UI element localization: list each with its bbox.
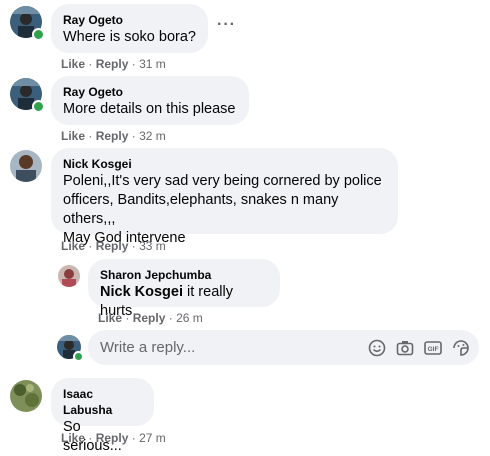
comment-author[interactable]: Sharon Jepchumba: [100, 267, 268, 283]
reply-button[interactable]: Reply: [96, 57, 129, 71]
online-indicator: [32, 100, 45, 113]
like-button[interactable]: Like: [61, 239, 85, 253]
comment-actions: Like · Reply · 26 m: [98, 311, 203, 325]
comment-author[interactable]: Isaac Labusha: [63, 386, 142, 418]
sticker-icon[interactable]: [451, 338, 471, 358]
like-button[interactable]: Like: [61, 57, 85, 71]
comment-actions: Like · Reply · 33 m: [61, 239, 166, 253]
timestamp[interactable]: 26 m: [176, 311, 203, 325]
avatar[interactable]: [10, 150, 42, 182]
comment-text-line: officers, Bandits,elephants, snakes n ma…: [63, 192, 339, 227]
mentioned-user-link[interactable]: Nick Kosgei: [100, 284, 183, 300]
cut-off-content: [0, 447, 490, 453]
comment-bubble: Isaac Labusha So serious...: [51, 378, 154, 454]
avatar[interactable]: [10, 380, 42, 412]
reply-button[interactable]: Reply: [133, 311, 166, 325]
timestamp[interactable]: 27 m: [139, 431, 166, 445]
online-indicator: [32, 28, 45, 41]
camera-icon[interactable]: [395, 338, 415, 358]
comment-text-line: Poleni,,It's very sad very being cornere…: [63, 173, 382, 189]
like-button[interactable]: Like: [61, 431, 85, 445]
avatar[interactable]: [58, 265, 80, 287]
reply-input[interactable]: Write a reply... GIF: [88, 330, 479, 365]
comment-actions: Like · Reply · 31 m: [61, 57, 166, 71]
reply-button[interactable]: Reply: [96, 431, 129, 445]
online-indicator: [73, 351, 84, 362]
comment-author[interactable]: Ray Ogeto: [63, 84, 237, 100]
timestamp[interactable]: 33 m: [139, 239, 166, 253]
timestamp[interactable]: 31 m: [139, 57, 166, 71]
reply-button[interactable]: Reply: [96, 129, 129, 143]
emoji-icon[interactable]: [367, 338, 387, 358]
comment-bubble: Ray Ogeto More details on this please: [51, 76, 249, 125]
comment-author[interactable]: Nick Kosgei: [63, 156, 386, 172]
like-button[interactable]: Like: [98, 311, 122, 325]
comment-text: More details on this please: [63, 101, 236, 117]
comment-actions: Like · Reply · 32 m: [61, 129, 166, 143]
timestamp[interactable]: 32 m: [139, 129, 166, 143]
like-button[interactable]: Like: [61, 129, 85, 143]
gif-icon[interactable]: GIF: [423, 338, 443, 358]
comment-bubble: Nick Kosgei Poleni,,It's very sad very b…: [51, 148, 398, 246]
comment-author[interactable]: Ray Ogeto: [63, 12, 196, 28]
comment-text: Where is soko bora?: [63, 29, 196, 45]
more-options-icon[interactable]: ···: [217, 16, 236, 34]
reply-button[interactable]: Reply: [96, 239, 129, 253]
svg-text:GIF: GIF: [428, 346, 439, 353]
reply-placeholder: Write a reply...: [100, 339, 196, 356]
comment-actions: Like · Reply · 27 m: [61, 431, 166, 445]
comment-bubble: Ray Ogeto Where is soko bora?: [51, 4, 208, 53]
reply-bubble: Sharon Jepchumba Nick Kosgei it really h…: [88, 259, 280, 319]
